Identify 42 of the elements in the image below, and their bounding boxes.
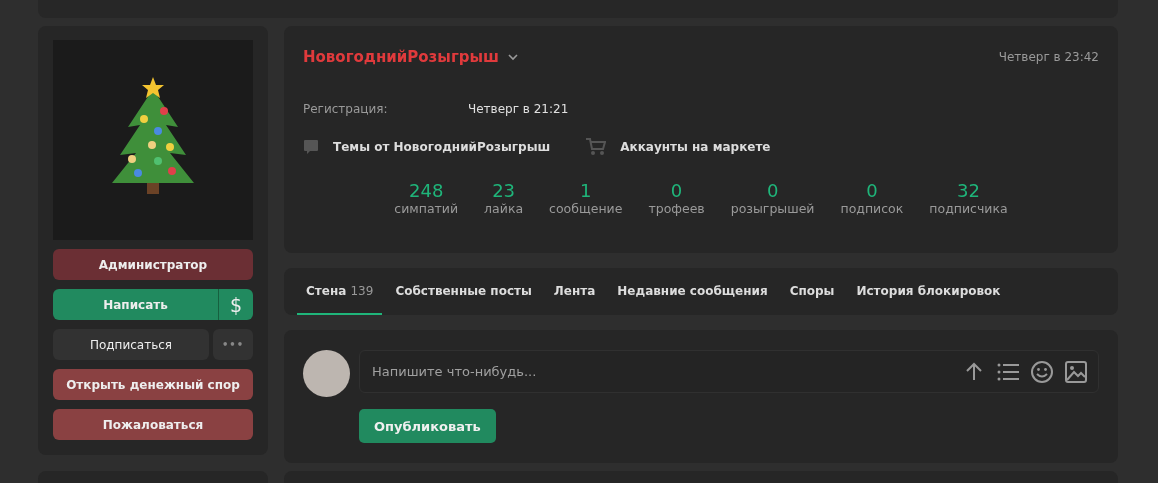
stat-value: 23 bbox=[492, 180, 516, 201]
field-label: Регистрация: bbox=[303, 102, 389, 116]
stat-value: 0 bbox=[766, 180, 779, 201]
smiley-icon[interactable] bbox=[1030, 359, 1054, 384]
stat-label: подписчика bbox=[929, 201, 1008, 216]
stat-value: 1 bbox=[580, 180, 592, 201]
report-button[interactable]: Пожаловаться bbox=[53, 409, 253, 440]
dispute-button[interactable]: Открыть денежный спор bbox=[53, 369, 253, 400]
profile-link[interactable]: Аккаунты на маркете bbox=[586, 138, 771, 156]
text-input[interactable]: Напишите что-нибудь... bbox=[370, 363, 962, 380]
tab[interactable]: История блокировок bbox=[847, 268, 1010, 315]
chevron-down-icon[interactable] bbox=[506, 51, 519, 63]
tab[interactable]: Споры bbox=[780, 268, 844, 315]
username: НовогоднийРозыгрыш bbox=[303, 48, 499, 66]
tab[interactable]: Лента bbox=[544, 268, 605, 315]
role-badge: Администратор bbox=[53, 249, 253, 280]
publish-button[interactable]: Опубликовать bbox=[359, 409, 496, 443]
post-input-field[interactable]: Напишите что-нибудь... bbox=[359, 350, 1099, 393]
stat-label: сообщение bbox=[549, 201, 623, 216]
stat-label: розыгрышей bbox=[730, 201, 815, 216]
cart-icon bbox=[586, 138, 607, 156]
tab[interactable]: Стена 139 bbox=[297, 268, 383, 315]
subscribe-button[interactable]: Подписаться bbox=[53, 329, 209, 360]
stat-value: 248 bbox=[409, 180, 444, 201]
stat-value: 32 bbox=[957, 180, 980, 201]
money-button[interactable]: $ bbox=[218, 289, 253, 320]
field-value: Четверг в 21:21 bbox=[468, 102, 569, 116]
profile-link[interactable]: Темы от НовогоднийРозыгрыш bbox=[303, 138, 551, 156]
speech-bubble-icon bbox=[303, 139, 319, 155]
stat-value: 0 bbox=[866, 180, 878, 201]
stat-label: трофеев bbox=[648, 201, 705, 216]
avatar bbox=[303, 350, 350, 397]
more-button[interactable]: ••• bbox=[213, 329, 253, 360]
stat-label: лайка bbox=[484, 201, 524, 216]
tab[interactable]: Собственные посты bbox=[386, 268, 541, 315]
stat-value: 0 bbox=[670, 180, 683, 201]
write-button[interactable]: Написать bbox=[53, 289, 218, 320]
stat-label: подписок bbox=[840, 201, 904, 216]
last-seen-text: Четверг в 23:42 bbox=[998, 50, 1099, 64]
image-icon[interactable] bbox=[1064, 359, 1088, 384]
tab[interactable]: Недавние сообщения bbox=[608, 268, 777, 315]
stat-label: симпатий bbox=[394, 201, 459, 216]
